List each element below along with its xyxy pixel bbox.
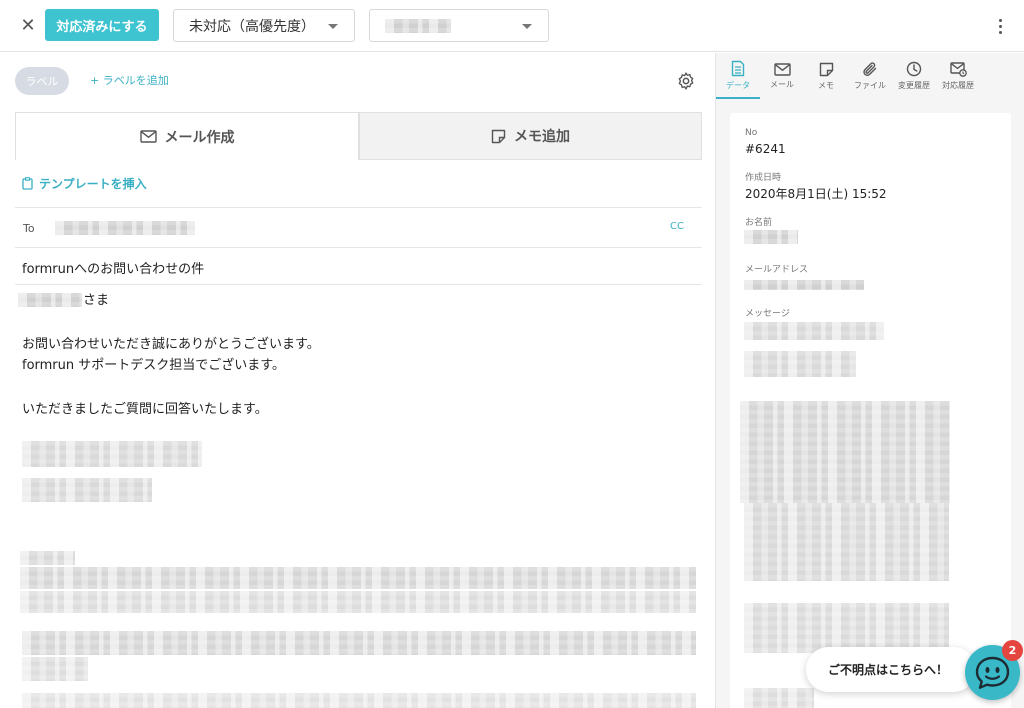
field-value-email-redacted (744, 280, 864, 290)
clock-icon (906, 61, 922, 77)
tab-memo[interactable]: メモ (804, 53, 848, 99)
tab-response-history[interactable]: 対応履歴 (936, 53, 980, 99)
close-icon[interactable]: ✕ (18, 14, 38, 38)
label-pill[interactable]: ラベル (15, 67, 69, 95)
to-address-redacted (55, 221, 195, 235)
redacted-text (20, 551, 75, 565)
memo-icon (491, 129, 506, 143)
assignee-select[interactable] (369, 9, 549, 42)
field-value-name-redacted (744, 230, 798, 244)
body-line-3: いただきましたご質問に回答いたします。 (22, 402, 268, 417)
chevron-down-icon (328, 24, 338, 29)
to-row[interactable]: To CC (15, 207, 702, 247)
redacted-text (22, 693, 696, 708)
field-value-message-redacted (744, 503, 949, 581)
gear-icon[interactable] (676, 71, 696, 91)
tab-add-memo[interactable]: メモ追加 (359, 112, 702, 160)
salutation-suffix: さま (83, 293, 110, 308)
tab-mail-compose-label: メール作成 (164, 129, 235, 146)
redacted-text (20, 591, 696, 613)
add-label-link[interactable]: + ラベルを追加 (90, 72, 169, 88)
to-label: To (23, 222, 35, 235)
body-line-2: formrun サポートデスク担当でございます。 (22, 358, 285, 373)
clipboard-icon (22, 177, 33, 190)
tab-mail-label: メール (770, 79, 794, 89)
cc-toggle[interactable]: CC (670, 221, 684, 232)
recipient-name-redacted (18, 293, 82, 307)
field-value-no: #6241 (745, 142, 786, 156)
field-value-created: 2020年8月1日(土) 15:52 (745, 187, 887, 201)
document-icon (731, 60, 745, 76)
assignee-select-value-redacted (385, 18, 451, 33)
paperclip-icon (863, 62, 877, 76)
field-value-message-redacted (740, 401, 950, 503)
field-label-name: お名前 (745, 218, 773, 228)
field-value-message-redacted (744, 322, 884, 340)
insert-template-label: テンプレートを挿入 (39, 177, 147, 191)
field-value-message-redacted (744, 351, 856, 377)
detail-tabs: データ メール メモ ファイル 変更履歴 対応履歴 (716, 53, 1024, 99)
top-bar: ✕ 対応済みにする 未対応（高優先度） (0, 0, 1024, 52)
redacted-text (22, 478, 152, 502)
subject-row[interactable]: formrunへのお問い合わせの件 (15, 247, 702, 284)
redacted-text (20, 567, 696, 589)
field-label-email: メールアドレス (745, 265, 809, 275)
tab-files[interactable]: ファイル (848, 53, 892, 99)
tab-add-memo-label: メモ追加 (514, 129, 570, 145)
chevron-down-icon (522, 24, 532, 29)
body-line-1: お問い合わせいただき誠にありがとうございます。 (22, 337, 320, 352)
more-options-icon[interactable] (992, 15, 1008, 37)
notification-badge: 2 (1002, 640, 1023, 661)
redacted-text (22, 631, 696, 655)
subject-field[interactable]: formrunへのお問い合わせの件 (22, 258, 204, 277)
mail-icon (773, 62, 791, 76)
help-bubble[interactable]: ご不明点はこちらへ！ (806, 647, 976, 692)
redacted-text (22, 441, 202, 467)
insert-template-link[interactable]: テンプレートを挿入 (22, 175, 147, 192)
mail-history-icon (949, 61, 967, 77)
status-select-value: 未対応（高優先度） (189, 18, 315, 35)
field-value-message-redacted (744, 603, 949, 653)
memo-icon (819, 62, 833, 76)
field-label-created: 作成日時 (745, 173, 782, 183)
mail-icon (139, 130, 157, 143)
record-details-card: No #6241 作成日時 2020年8月1日(土) 15:52 お名前 メール… (730, 113, 1011, 708)
redacted-text (22, 657, 88, 681)
field-label-message: メッセージ (745, 309, 790, 319)
compose-pane: ラベル + ラベルを追加 メール作成 メモ追加 テンプレートを挿入 To CC … (0, 53, 716, 708)
mark-done-button[interactable]: 対応済みにする (45, 9, 159, 41)
detail-pane: データ メール メモ ファイル 変更履歴 対応履歴 No #6241 作成日時 … (716, 53, 1024, 708)
status-select[interactable]: 未対応（高優先度） (173, 9, 355, 42)
tab-mail-compose[interactable]: メール作成 (15, 112, 359, 160)
tab-change-history-label: 変更履歴 (898, 81, 930, 90)
tab-files-label: ファイル (854, 81, 886, 90)
tab-data-label: データ (726, 80, 750, 90)
tab-mail[interactable]: メール (760, 53, 804, 99)
tab-data[interactable]: データ (716, 53, 760, 99)
tab-response-history-label: 対応履歴 (942, 80, 974, 90)
field-label-no: No (745, 128, 758, 138)
field-value-message-redacted (744, 688, 814, 708)
tab-change-history[interactable]: 変更履歴 (892, 53, 936, 99)
tab-memo-label: メモ (818, 80, 834, 90)
